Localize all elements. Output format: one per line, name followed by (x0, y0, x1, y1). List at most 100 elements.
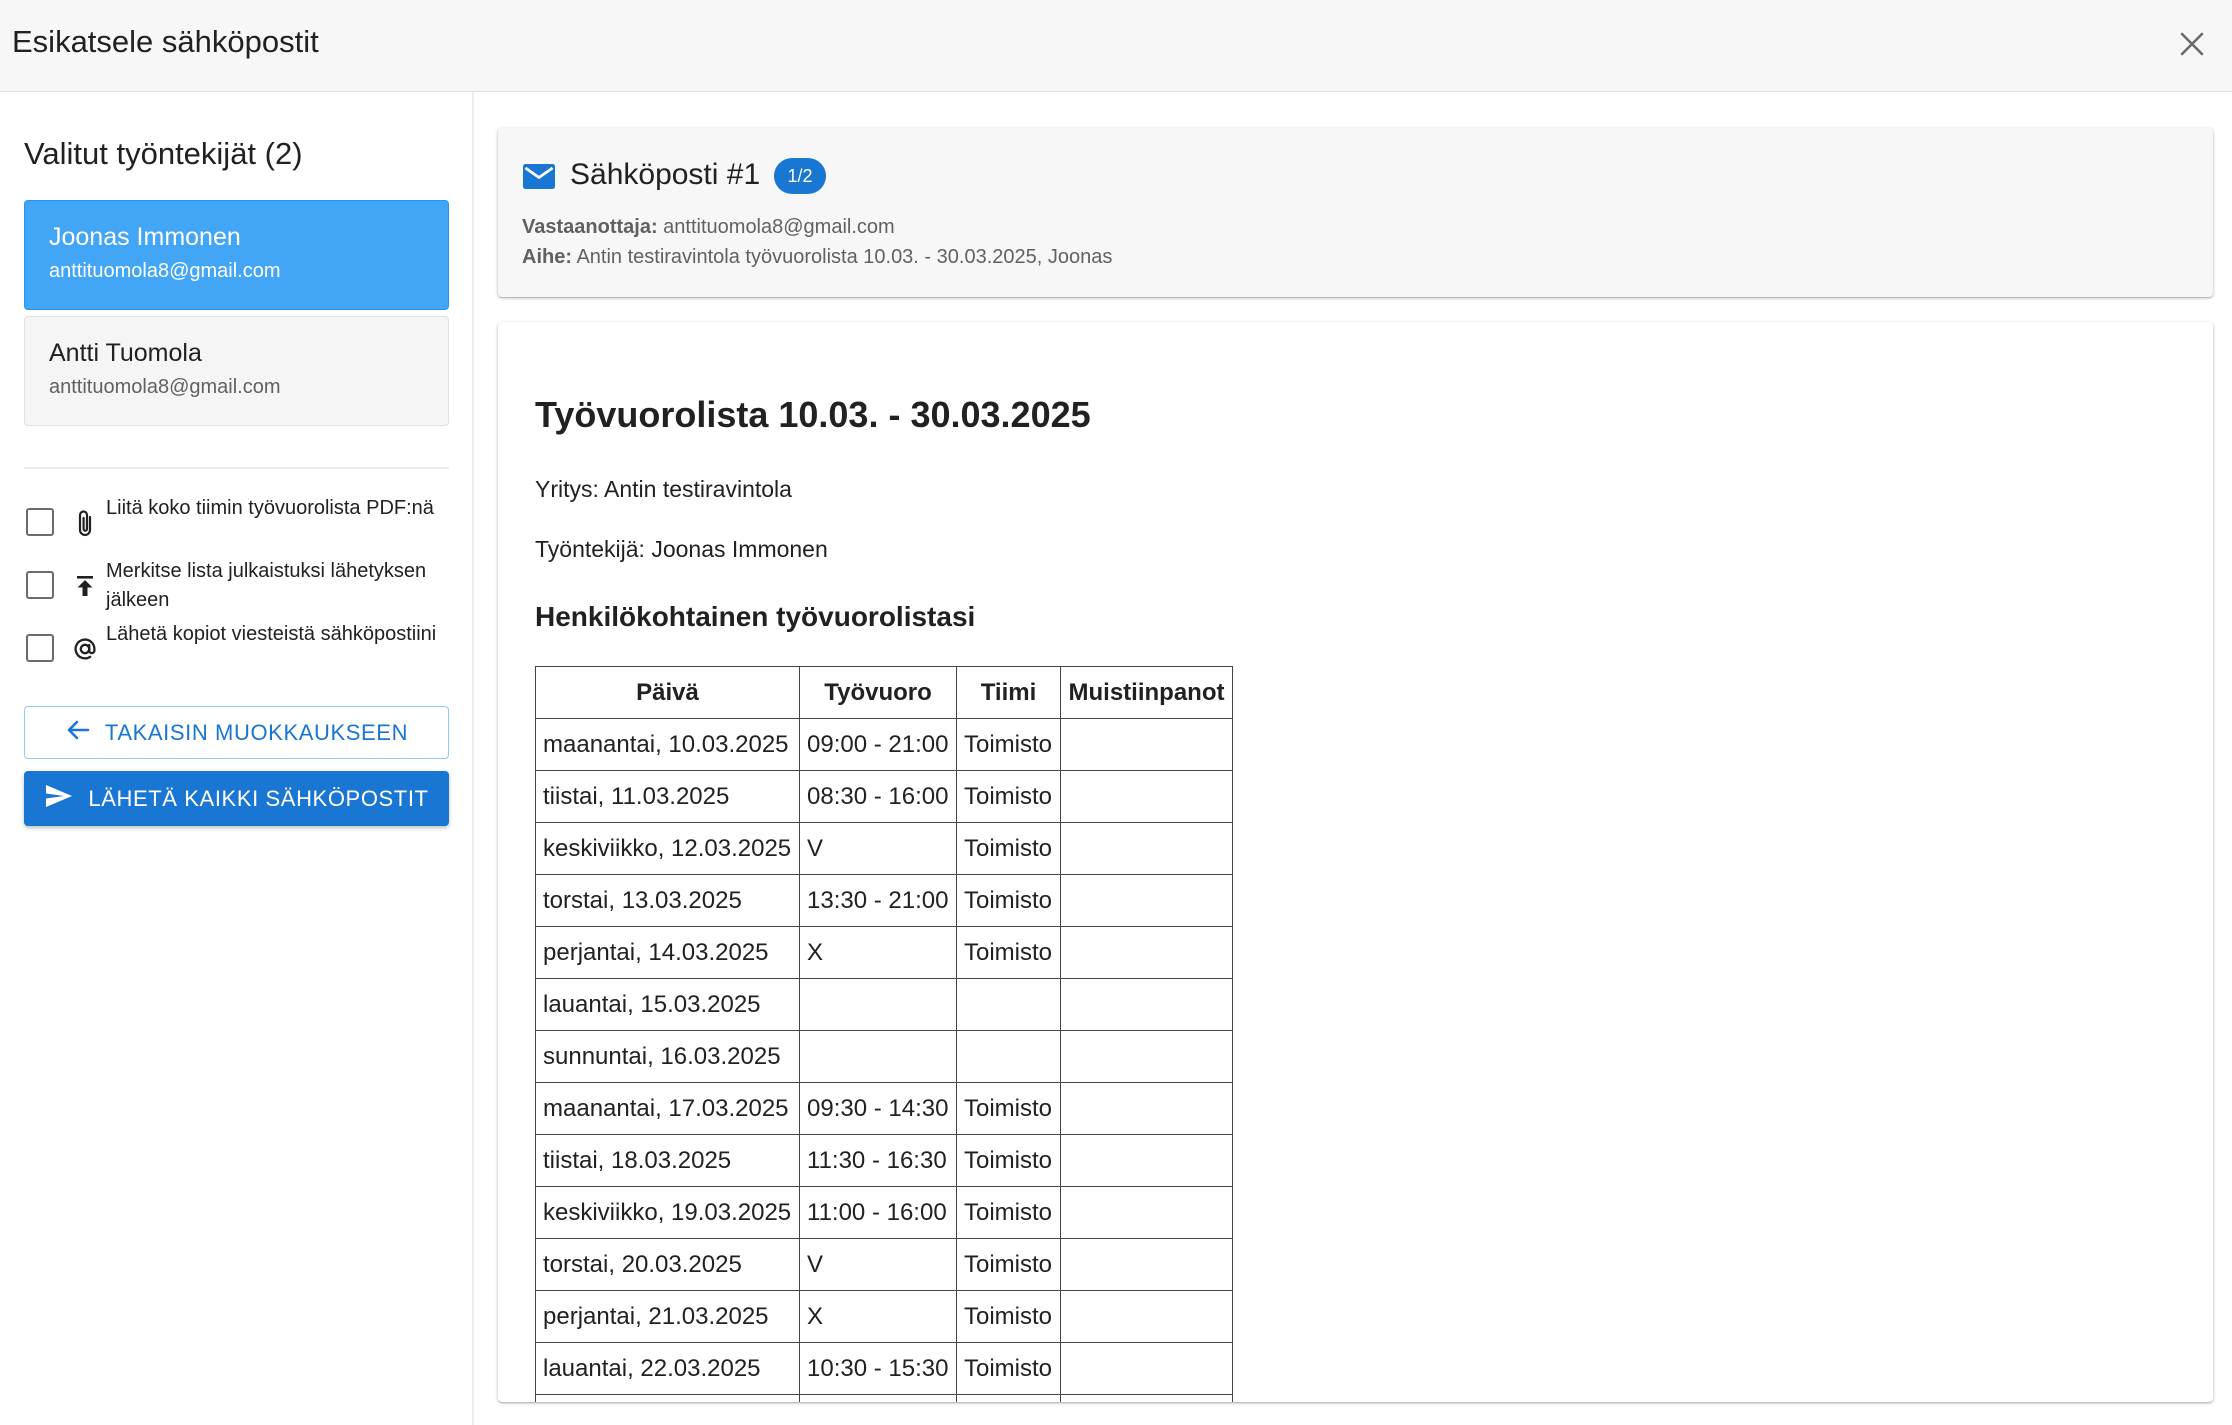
schedule-title: Työvuorolista 10.03. - 30.03.2025 (535, 394, 1091, 435)
table-row: lauantai, 22.03.2025 10:30 - 15:30 Toimist… (535, 1342, 1233, 1395)
send-copies-checkbox[interactable] (26, 634, 54, 662)
email-title: Sähköposti #1 (570, 158, 761, 191)
employee-name: Joonas Immonen (49, 223, 241, 251)
table-row: torstai, 13.03.2025 13:30 - 21:00 Toimisto (535, 874, 1233, 927)
table-cell: V (799, 822, 957, 875)
table-cell: Toimisto (956, 770, 1061, 823)
table-cell: keskiviikko, 12.03.2025 (535, 822, 800, 875)
column-header: Työvuoro (799, 666, 957, 719)
arrow-left-icon (65, 718, 91, 748)
table-row: tiistai, 18.03.2025 11:30 - 16:30 Toimisto (535, 1134, 1233, 1187)
recipient-value: anttituomola8@gmail.com (663, 216, 895, 238)
table-cell: Toimisto (956, 1082, 1061, 1135)
employee-name: Antti Tuomola (49, 339, 202, 367)
table-cell (1060, 1238, 1233, 1291)
table-cell (956, 1394, 1061, 1402)
table-row: torstai, 20.03.2025 V Toimisto (535, 1238, 1233, 1291)
table-cell (1060, 1082, 1233, 1135)
table-row: tiistai, 11.03.2025 08:30 - 16:00 Toimisto (535, 770, 1233, 823)
table-cell (1060, 874, 1233, 927)
table-cell (799, 1030, 957, 1083)
dialog-title: Esikatsele sähköpostit (12, 24, 319, 59)
table-row: keskiviikko, 19.03.2025 11:00 - 16:00 Toim… (535, 1186, 1233, 1239)
table-cell: 09:00 - 21:00 (799, 718, 957, 771)
column-header: Muistiinpanot (1060, 666, 1233, 719)
table-cell: maanantai, 17.03.2025 (535, 1082, 800, 1135)
table-cell (956, 1030, 1061, 1083)
send-all-emails-button[interactable]: LÄHETÄ KAIKKI SÄHKÖPOSTIT (24, 771, 449, 826)
dialog-titlebar: Esikatsele sähköpostit (0, 0, 2232, 92)
employee-email: anttituomola8@gmail.com (49, 260, 281, 282)
table-cell: V (799, 1238, 957, 1291)
table-cell: 11:30 - 16:30 (799, 1134, 957, 1187)
table-row: maanantai, 17.03.2025 09:30 - 14:30 Toimis… (535, 1082, 1233, 1135)
table-cell (1060, 1290, 1233, 1343)
table-cell: Toimisto (956, 1290, 1061, 1343)
employee-card-antti[interactable]: Antti Tuomola anttituomola8@gmail.com (24, 316, 449, 426)
option-send-copies: Lähetä kopiot viesteistä sähköpostiini (24, 618, 449, 680)
table-cell: lauantai, 22.03.2025 (535, 1342, 800, 1395)
attach-pdf-checkbox[interactable] (26, 508, 54, 536)
table-cell (1060, 718, 1233, 771)
table-cell: Toimisto (956, 718, 1061, 771)
table-cell: 08:30 - 16:00 (799, 770, 957, 823)
table-cell (1060, 978, 1233, 1031)
employee-email: anttituomola8@gmail.com (49, 376, 281, 398)
paperclip-icon (71, 508, 99, 538)
table-cell (1060, 1134, 1233, 1187)
table-cell: Toimisto (956, 1342, 1061, 1395)
divider (24, 467, 449, 469)
mark-published-checkbox[interactable] (26, 571, 54, 599)
mark-published-label: Merkitse lista julkaistuksi lähetyksen j… (106, 560, 427, 611)
table-cell: Toimisto (956, 1238, 1061, 1291)
send-icon (44, 783, 74, 815)
table-cell: Toimisto (956, 926, 1061, 979)
table-cell: Toimisto (956, 1186, 1061, 1239)
table-row: lauantai, 15.03.2025 (535, 978, 1233, 1031)
table-row: keskiviikko, 12.03.2025 V Toimisto (535, 822, 1233, 875)
schedule-table: Päivä Työvuoro Tiimi Muistiinpanot maana… (535, 666, 1233, 1402)
email-body-preview: Työvuorolista 10.03. - 30.03.2025 Yritys… (498, 322, 2213, 1402)
employee-card-joonas[interactable]: Joonas Immonen anttituomola8@gmail.com (24, 200, 449, 310)
table-cell (1060, 1186, 1233, 1239)
table-cell: X (799, 926, 957, 979)
back-to-edit-button[interactable]: TAKAISIN MUOKKAUKSEEN (24, 706, 449, 759)
table-cell: perjantai, 14.03.2025 (535, 926, 800, 979)
personal-schedule-heading: Henkilökohtainen työvuorolistasi (535, 601, 976, 632)
table-cell: torstai, 20.03.2025 (535, 1238, 800, 1291)
table-cell: 11:00 - 16:00 (799, 1186, 957, 1239)
column-header: Päivä (535, 666, 800, 719)
table-cell: torstai, 13.03.2025 (535, 874, 800, 927)
table-cell: 10:30 - 15:30 (799, 1342, 957, 1395)
table-cell: tiistai, 18.03.2025 (535, 1134, 800, 1187)
email-header-card: Sähköposti #1 1/2 Vastaanottaja: anttitu… (498, 128, 2213, 297)
table-cell: Toimisto (956, 874, 1061, 927)
option-mark-published: Merkitse lista julkaistuksi lähetyksen j… (24, 555, 449, 617)
table-cell: lauantai, 15.03.2025 (535, 978, 800, 1031)
table-row (535, 1394, 1233, 1402)
table-cell (1060, 926, 1233, 979)
table-cell (535, 1394, 800, 1402)
table-cell: Toimisto (956, 1134, 1061, 1187)
email-count-badge: 1/2 (774, 158, 826, 194)
table-cell: 09:30 - 14:30 (799, 1082, 957, 1135)
mail-icon (522, 162, 556, 192)
table-row: perjantai, 14.03.2025 X Toimisto (535, 926, 1233, 979)
table-cell (1060, 822, 1233, 875)
sidebar: Valitut työntekijät (2) Joonas Immonen a… (0, 92, 474, 1425)
table-cell: 13:30 - 21:00 (799, 874, 957, 927)
table-cell (956, 978, 1061, 1031)
table-cell (799, 1394, 957, 1402)
close-icon[interactable] (2172, 24, 2212, 64)
table-row: perjantai, 21.03.2025 X Toimisto (535, 1290, 1233, 1343)
table-cell: tiistai, 11.03.2025 (535, 770, 800, 823)
table-cell: keskiviikko, 19.03.2025 (535, 1186, 800, 1239)
send-copies-label: Lähetä kopiot viesteistä sähköpostiini (106, 623, 437, 645)
table-row: sunnuntai, 16.03.2025 (535, 1030, 1233, 1083)
recipient-label: Vastaanottaja: (522, 216, 658, 238)
send-button-label: LÄHETÄ KAIKKI SÄHKÖPOSTIT (88, 785, 429, 811)
table-cell (1060, 1394, 1233, 1402)
table-header-row: Päivä Työvuoro Tiimi Muistiinpanot (535, 666, 1233, 719)
table-cell (1060, 1342, 1233, 1395)
table-cell (1060, 1030, 1233, 1083)
